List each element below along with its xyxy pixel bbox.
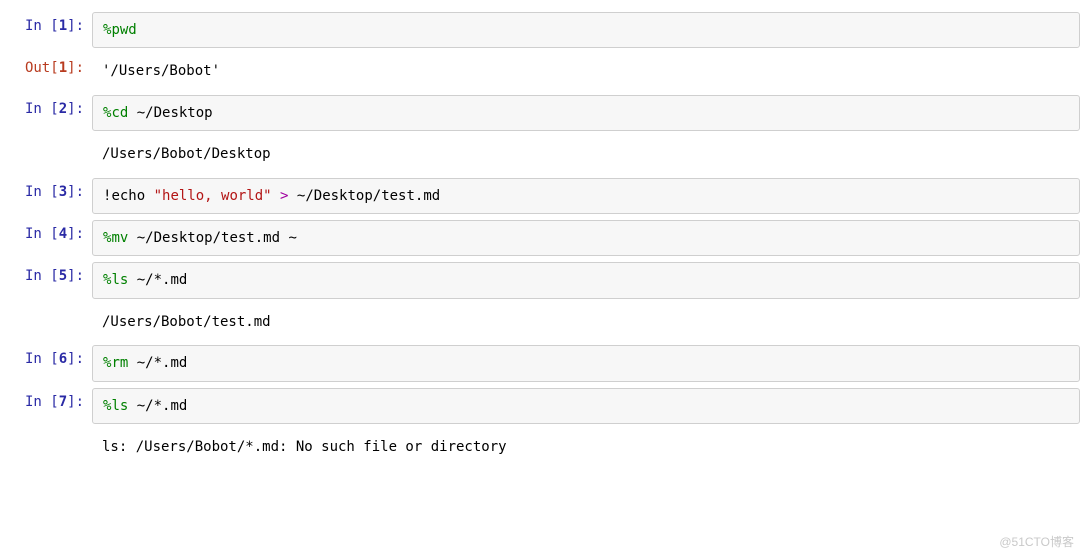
code-input[interactable]: %ls ~/*.md <box>92 262 1080 298</box>
prompt-empty <box>0 305 92 317</box>
in-label: In <box>25 351 50 367</box>
in-label: In <box>25 268 50 284</box>
code-token: rm <box>111 355 128 371</box>
code-token: ls: /Users/Bobot/*.md: No such file or d… <box>102 439 507 455</box>
cell-stdout: /Users/Bobot/test.md <box>92 305 1080 339</box>
code-token: cd <box>111 105 128 121</box>
notebook-cell: In [1]:%pwd <box>0 12 1080 48</box>
in-label: In <box>25 226 50 242</box>
notebook-cell: In [5]:%ls ~/*.md <box>0 262 1080 298</box>
out-label: Out <box>25 60 50 76</box>
prompt-in: In [5]: <box>0 262 92 290</box>
watermark-text: @51CTO博客 <box>999 533 1074 550</box>
prompt-in: In [6]: <box>0 345 92 373</box>
code-token: ~/*.md <box>128 398 187 414</box>
code-input[interactable]: !echo "hello, world" > ~/Desktop/test.md <box>92 178 1080 214</box>
code-token: ~/*.md <box>128 355 187 371</box>
notebook-cell: Out[1]: '/Users/Bobot' <box>0 54 1080 88</box>
notebook-cell: /Users/Bobot/Desktop <box>0 137 1080 171</box>
prompt-empty <box>0 430 92 442</box>
cell-stdout: ls: /Users/Bobot/*.md: No such file or d… <box>92 430 1080 464</box>
code-token: '/Users/Bobot' <box>102 63 220 79</box>
code-token: ~/Desktop/test.md ~ <box>128 230 297 246</box>
code-token: echo <box>111 188 153 204</box>
in-label: In <box>25 101 50 117</box>
code-token: /Users/Bobot/Desktop <box>102 146 271 162</box>
code-input[interactable]: %mv ~/Desktop/test.md ~ <box>92 220 1080 256</box>
cell-output: '/Users/Bobot' <box>92 54 1080 88</box>
in-label: In <box>25 394 50 410</box>
code-input[interactable]: %ls ~/*.md <box>92 388 1080 424</box>
notebook-cell: /Users/Bobot/test.md <box>0 305 1080 339</box>
code-token: ~/Desktop/test.md <box>288 188 440 204</box>
prompt-in: In [2]: <box>0 95 92 123</box>
code-token: pwd <box>111 22 136 38</box>
prompt-out: Out[1]: <box>0 54 92 82</box>
notebook-cell: In [7]:%ls ~/*.md <box>0 388 1080 424</box>
prompt-in: In [7]: <box>0 388 92 416</box>
prompt-in: In [1]: <box>0 12 92 40</box>
code-input[interactable]: %cd ~/Desktop <box>92 95 1080 131</box>
prompt-empty <box>0 137 92 149</box>
exec-count: 3 <box>59 184 67 200</box>
exec-count: 1 <box>59 18 67 34</box>
code-token: "hello, world" <box>154 188 272 204</box>
notebook-cell: In [3]:!echo "hello, world" > ~/Desktop/… <box>0 178 1080 214</box>
code-token: ls <box>111 398 128 414</box>
exec-count: 4 <box>59 226 67 242</box>
exec-count: 5 <box>59 268 67 284</box>
notebook-cell: In [4]:%mv ~/Desktop/test.md ~ <box>0 220 1080 256</box>
exec-count: 1 <box>59 60 67 76</box>
code-token: ~/Desktop <box>128 105 212 121</box>
code-token: ls <box>111 272 128 288</box>
exec-count: 6 <box>59 351 67 367</box>
code-input[interactable]: %pwd <box>92 12 1080 48</box>
code-token <box>272 188 280 204</box>
in-label: In <box>25 18 50 34</box>
code-token: /Users/Bobot/test.md <box>102 314 271 330</box>
exec-count: 2 <box>59 101 67 117</box>
cell-stdout: /Users/Bobot/Desktop <box>92 137 1080 171</box>
code-token: mv <box>111 230 128 246</box>
code-input[interactable]: %rm ~/*.md <box>92 345 1080 381</box>
notebook-cell: In [2]:%cd ~/Desktop <box>0 95 1080 131</box>
prompt-in: In [4]: <box>0 220 92 248</box>
notebook-container: In [1]:%pwdOut[1]:'/Users/Bobot'In [2]:%… <box>0 0 1080 478</box>
prompt-in: In [3]: <box>0 178 92 206</box>
code-token: ~/*.md <box>128 272 187 288</box>
in-label: In <box>25 184 50 200</box>
notebook-cell: In [6]:%rm ~/*.md <box>0 345 1080 381</box>
exec-count: 7 <box>59 394 67 410</box>
notebook-cell: ls: /Users/Bobot/*.md: No such file or d… <box>0 430 1080 464</box>
